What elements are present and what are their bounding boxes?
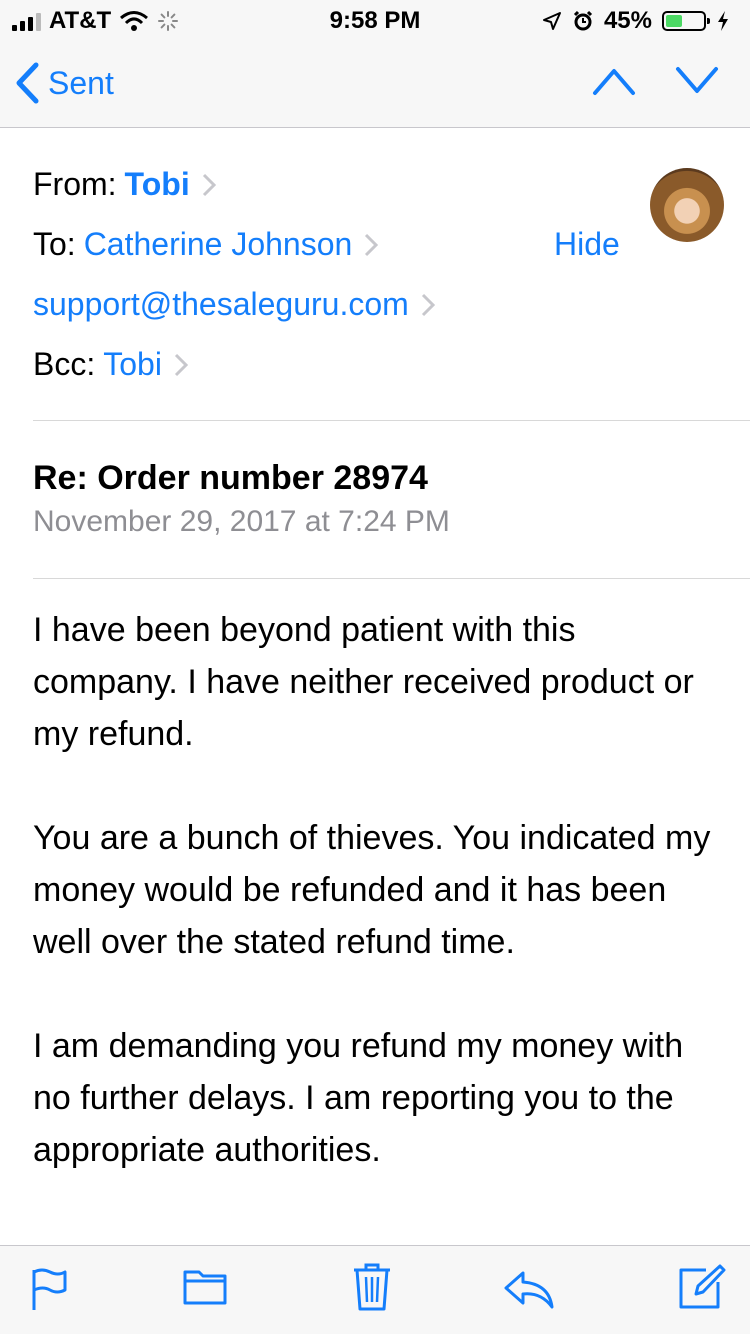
body-paragraph: I am demanding you refund my money with … [33,1027,684,1169]
chevron-right-icon [365,233,379,256]
charging-icon [718,11,728,31]
battery-icon [662,11,710,31]
from-row: From: Tobi [33,166,216,203]
alarm-icon [573,10,593,31]
hide-button[interactable]: Hide [554,226,620,263]
bcc-row: Bcc: Tobi [33,346,188,383]
chevron-right-icon [174,353,188,376]
message-body: I have been beyond patient with this com… [33,604,723,1228]
back-label: Sent [48,64,114,101]
subject-block: Re: Order number 28974 November 29, 2017… [33,421,750,579]
message-header: From: Tobi To: Catherine Johnson Hide su… [33,128,750,421]
body-paragraph: You are a bunch of thieves. You indicate… [33,819,711,961]
flag-icon[interactable] [30,1266,68,1312]
to-row: To: Catherine Johnson [33,226,379,263]
status-right: 45% [542,7,730,35]
from-contact[interactable]: Tobi [125,166,190,203]
to-contact[interactable]: Catherine Johnson [84,226,353,263]
next-message-button[interactable] [675,66,719,96]
previous-message-button[interactable] [592,66,636,96]
bcc-contact[interactable]: Tobi [103,346,162,383]
chevron-right-icon [421,293,435,316]
bcc-label: Bcc: [33,346,96,382]
to-email-contact[interactable]: support@thesaleguru.com [33,286,409,323]
message-date: November 29, 2017 at 7:24 PM [33,505,450,538]
nav-bar: Sent [0,40,750,128]
location-icon [542,12,561,30]
avatar[interactable] [650,168,724,242]
to-email-row: support@thesaleguru.com [33,286,435,323]
compose-icon[interactable] [678,1264,726,1310]
message-subject: Re: Order number 28974 [33,459,428,497]
battery-percent: 45% [603,7,652,34]
body-paragraph: I have been beyond patient with this com… [33,611,694,753]
back-button[interactable]: Sent [14,62,114,104]
reply-icon[interactable] [503,1270,555,1310]
folder-icon[interactable] [183,1266,227,1306]
to-label: To: [33,226,76,262]
from-label: From: [33,166,117,202]
bottom-toolbar [0,1245,750,1334]
chevron-left-icon [16,62,39,104]
trash-icon[interactable] [352,1262,392,1312]
status-bar: AT&T 9:58 PM 45% [0,0,750,40]
chevron-right-icon [202,173,216,196]
